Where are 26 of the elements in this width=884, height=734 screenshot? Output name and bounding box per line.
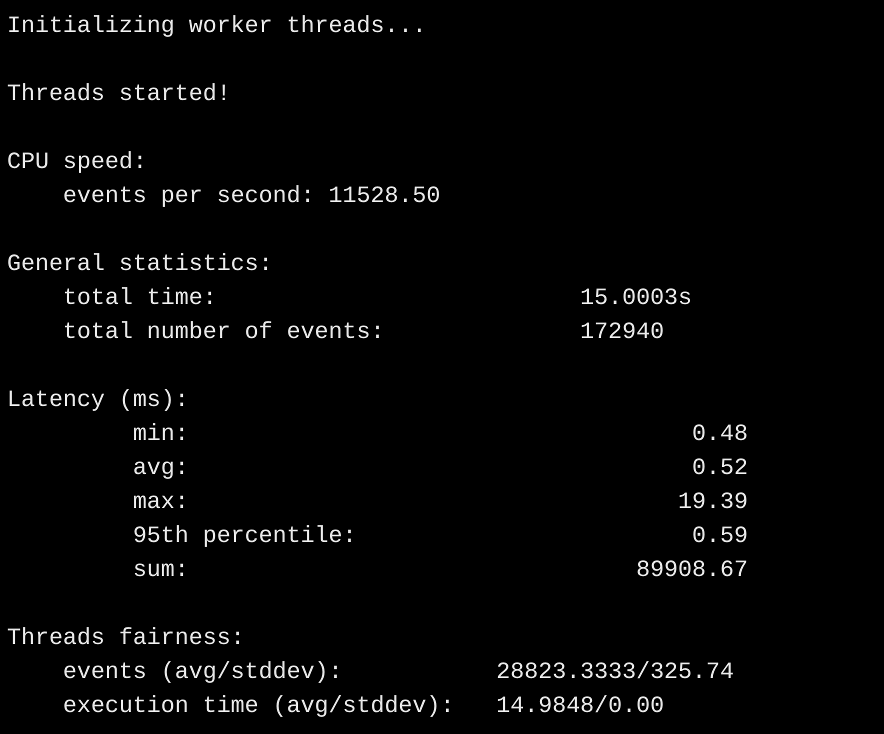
stat-value: 0.52 xyxy=(692,454,748,483)
stat-value: 28823.3333/325.74 xyxy=(496,658,734,687)
stat-label: total time: xyxy=(62,284,218,313)
stat-value: 14.9848/0.00 xyxy=(496,692,664,721)
section-heading: Latency (ms): xyxy=(7,386,189,415)
stat-value: 172940 xyxy=(580,318,664,347)
output-line: Initializing worker threads... xyxy=(7,12,426,41)
stat-label: min: xyxy=(132,420,189,449)
stat-value: 15.0003s xyxy=(580,284,692,313)
stat-value: 19.39 xyxy=(678,488,748,517)
stat-value: 11528.50 xyxy=(328,182,440,211)
stat-label: total number of events: xyxy=(62,318,386,347)
section-heading: General statistics: xyxy=(7,250,273,279)
stat-label: 95th percentile: xyxy=(132,522,356,551)
stat-value: 89908.67 xyxy=(636,556,748,585)
section-heading: CPU speed: xyxy=(7,148,147,177)
stat-label: execution time (avg/stddev): xyxy=(62,692,456,721)
section-heading: Threads fairness: xyxy=(7,624,245,653)
stat-label: events (avg/stddev): xyxy=(62,658,344,687)
stat-value: 0.48 xyxy=(692,420,748,449)
stat-label: avg: xyxy=(132,454,189,483)
stat-label: events per second: xyxy=(62,182,315,211)
output-line: Threads started! xyxy=(7,80,231,109)
stat-value: 0.59 xyxy=(692,522,748,551)
stat-label: max: xyxy=(132,488,189,517)
stat-label: sum: xyxy=(132,556,189,585)
